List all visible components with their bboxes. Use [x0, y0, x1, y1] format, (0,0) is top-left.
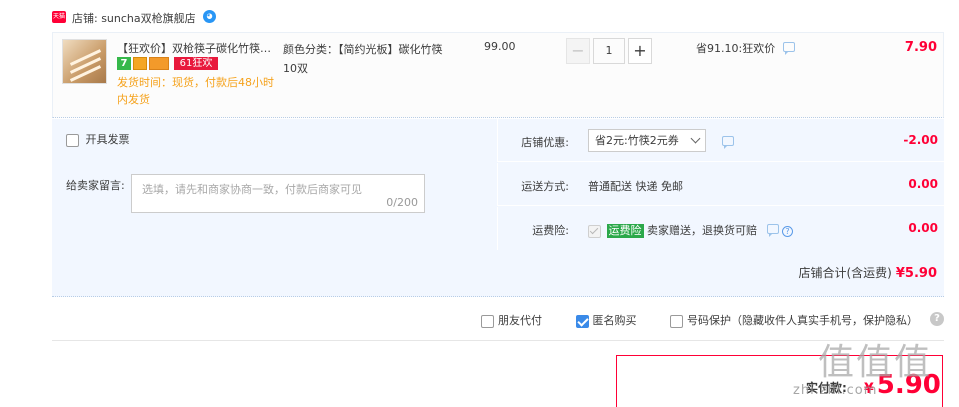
invoice-option[interactable]: 开具发票 — [66, 131, 130, 147]
seller-message-textarea[interactable]: 选填，请先和商家协商一致，付款后商家可见 0/200 — [131, 174, 425, 213]
friend-pay-option[interactable]: 朋友代付 — [481, 312, 542, 328]
anonymous-buy-checkbox[interactable] — [575, 314, 589, 328]
coupon-label: 店铺优惠: — [521, 136, 569, 149]
number-protect-checkbox[interactable] — [670, 314, 683, 328]
friend-pay-label: 朋友代付 — [498, 314, 542, 327]
coupon-info-icon[interactable] — [722, 136, 734, 149]
quantity-decrease-button[interactable]: − — [566, 38, 590, 64]
item-subtotal: 7.90 — [904, 40, 937, 55]
insurance-info-icon[interactable] — [766, 224, 779, 237]
store-total-label: 店铺合计(含运费) — [798, 266, 892, 280]
store-total: 店铺合计(含运费) ¥5.90 — [799, 264, 938, 281]
promotion-text: 省91.10:狂欢价 — [696, 42, 776, 55]
wangwang-chat-icon[interactable]: ◕ — [203, 10, 216, 23]
quantity-input[interactable]: 1 — [593, 38, 625, 64]
shipping-time-note: 发货时间：现货，付款后48小时内发货 — [117, 76, 274, 106]
store-coupon-row: 店铺优惠: 省2元:竹筷2元券 -2.00 — [497, 119, 944, 162]
sku-info: 颜色分类：【简约光板】碳化竹筷10双 — [283, 43, 443, 75]
watermark-logo: 值值值 — [818, 342, 933, 383]
product-thumbnail[interactable] — [62, 39, 107, 84]
number-protect-label: 号码保护（隐藏收件人真实手机号，保护隐私） — [687, 314, 918, 327]
message-placeholder: 选填，请先和商家协商一致，付款后商家可见 — [142, 183, 362, 196]
checkout-extra-options: 朋友代付 匿名购买 号码保护（隐藏收件人真实手机号，保护隐私） — [481, 312, 918, 328]
divider — [52, 340, 944, 341]
anonymous-buy-label: 匿名购买 — [592, 314, 637, 327]
help-icon[interactable]: ? — [930, 312, 944, 326]
coupon-selected-value: 省2元:竹筷2元券 — [595, 134, 679, 147]
shipping-method-value: 普通配送 快递 免邮 — [588, 180, 683, 193]
invoice-label: 开具发票 — [85, 133, 130, 146]
insurance-text: 卖家赠送，退换货可赔 — [647, 224, 757, 237]
shipping-insurance-row: 运费险: 运费险 卖家赠送，退换货可赔 ? 0.00 — [497, 207, 944, 250]
invoice-checkbox[interactable] — [66, 133, 79, 147]
coupon-select[interactable]: 省2元:竹筷2元券 — [588, 129, 706, 152]
anonymous-buy-option[interactable]: 匿名购买 — [575, 312, 637, 328]
insurance-tag: 运费险 — [606, 224, 644, 238]
promotion-info: 省91.10:狂欢价 — [696, 40, 795, 56]
tmall-icon: 天猫 — [52, 11, 66, 23]
shipping-amount: 0.00 — [908, 177, 938, 191]
card-payment-badge-icon — [149, 57, 169, 70]
chevron-down-icon — [690, 133, 701, 144]
number-protect-option[interactable]: 号码保护（隐藏收件人真实手机号，保护隐私） — [670, 312, 918, 328]
seven-day-return-badge: 7 — [117, 57, 131, 70]
shipping-method-row: 运送方式: 普通配送 快递 免邮 0.00 — [497, 163, 944, 206]
message-char-count: 0/200 — [386, 196, 418, 209]
coupon-amount: -2.00 — [903, 133, 938, 147]
product-badges: 7 61狂欢 — [117, 57, 220, 71]
promo-detail-icon[interactable] — [782, 42, 795, 55]
unit-price: 99.00 — [484, 40, 516, 53]
insurance-label: 运费险: — [532, 224, 569, 237]
product-title-link[interactable]: 【狂欢价】双枪筷子碳化竹筷家用10双装防滑防霉 — [117, 40, 280, 56]
shipping-label: 运送方式: — [521, 180, 569, 193]
message-label: 给卖家留言: — [66, 179, 125, 192]
store-name-link[interactable]: 店铺: suncha双枪旗舰店 — [72, 10, 196, 26]
watermark-url: zhi.zhi.com — [793, 383, 878, 398]
quantity-increase-button[interactable]: + — [628, 38, 652, 64]
service-badge-icon — [133, 57, 147, 70]
insurance-checkbox — [588, 224, 601, 238]
question-icon[interactable]: ? — [782, 225, 793, 237]
insurance-value: 运费险 卖家赠送，退换货可赔 ? — [588, 222, 793, 238]
store-total-value: ¥5.90 — [895, 266, 937, 281]
insurance-amount: 0.00 — [908, 221, 938, 235]
friend-pay-checkbox[interactable] — [481, 314, 494, 328]
promo-61-badge: 61狂欢 — [174, 57, 218, 70]
